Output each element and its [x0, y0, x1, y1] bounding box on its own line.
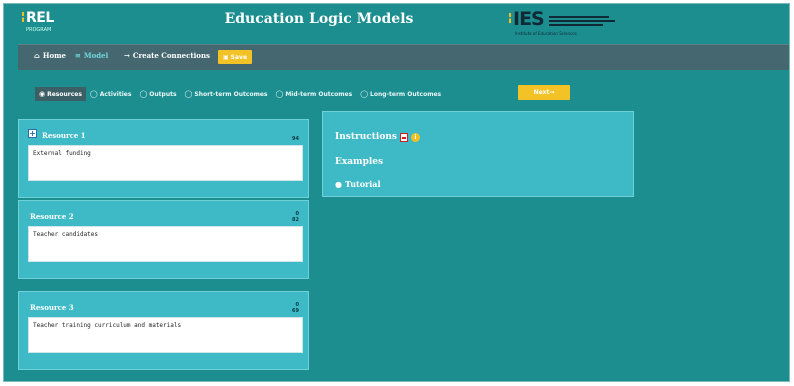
header: REL PROGRAM Education Logic Models IES I… — [4, 4, 789, 41]
nav-create-connections[interactable]: → Create Connections — [124, 51, 210, 60]
tab-long-term-outcomes-label: Long-term Outcomes — [370, 90, 442, 98]
tab-mid-term-outcomes-label: Mid-term Outcomes — [285, 90, 353, 98]
app-frame: REL PROGRAM Education Logic Models IES I… — [3, 3, 790, 382]
rel-logo-text: REL — [26, 10, 54, 26]
ies-logo[interactable]: IES Institute of Education Sciences — [509, 8, 624, 36]
tab-activities-label: Activities — [99, 90, 132, 98]
char-count: 0 69 — [292, 302, 299, 314]
save-button[interactable]: ▣ Save — [218, 50, 252, 64]
info-icon[interactable]: i — [410, 132, 420, 142]
radio-icon: ◯ — [275, 90, 284, 98]
tutorial-label: Tutorial — [344, 179, 381, 189]
next-button[interactable]: Next → — [518, 85, 570, 100]
next-arrow-icon: → — [549, 89, 555, 96]
nav-model-label: Model — [83, 51, 109, 60]
char-count-value: 94 — [292, 136, 299, 142]
resource-input[interactable]: Teacher training curriculum and material… — [28, 317, 303, 353]
bullet-icon: ● — [335, 179, 342, 189]
step-tabs: ◉ Resources ◯ Activities ◯ Outputs ◯ Sho… — [35, 87, 445, 101]
nav-home-label: Home — [42, 51, 66, 60]
resource-title: Resource 3 — [30, 303, 74, 312]
pdf-icon[interactable] — [399, 132, 408, 142]
char-count: 0 82 — [292, 211, 299, 223]
ies-logo-text: IES — [513, 8, 545, 30]
tutorial-link[interactable]: ● Tutorial — [335, 179, 381, 189]
char-count: 94 — [292, 136, 299, 142]
ies-logo-lines — [549, 16, 619, 28]
char-count-value: 69 — [292, 308, 299, 314]
nav-bar: ⌂ Home ≡ Model → Create Connections ▣ Sa… — [18, 44, 789, 70]
radio-icon: ◯ — [89, 90, 98, 98]
resource-card-2: Resource 2 0 82 Teacher candidates — [18, 200, 309, 279]
char-count-value: 82 — [292, 217, 299, 223]
rel-logo-subtext: PROGRAM — [26, 27, 52, 33]
ies-logo-dots — [509, 13, 511, 27]
tab-resources-label: Resources — [47, 90, 82, 98]
connections-icon: → — [124, 51, 130, 60]
home-icon: ⌂ — [34, 51, 40, 60]
tab-long-term-outcomes[interactable]: ◯ Long-term Outcomes — [356, 87, 445, 101]
tab-outputs[interactable]: ◯ Outputs — [135, 87, 180, 101]
resource-title: Resource 1 — [42, 131, 86, 140]
radio-checked-icon: ◉ — [39, 90, 46, 98]
examples-heading: Examples — [335, 157, 384, 167]
tab-mid-term-outcomes[interactable]: ◯ Mid-term Outcomes — [271, 87, 356, 101]
resource-input[interactable]: External funding — [28, 145, 303, 181]
tab-short-term-outcomes[interactable]: ◯ Short-term Outcomes — [181, 87, 272, 101]
nav-create-connections-label: Create Connections — [132, 51, 210, 60]
instructions-heading: Instructions i — [335, 132, 420, 142]
collapse-icon[interactable]: + — [28, 129, 37, 138]
next-button-label: Next — [533, 89, 550, 96]
radio-icon: ◯ — [184, 90, 193, 98]
save-button-label: Save — [230, 53, 248, 61]
tab-short-term-outcomes-label: Short-term Outcomes — [194, 90, 268, 98]
instructions-label: Instructions — [335, 132, 397, 142]
tab-outputs-label: Outputs — [149, 90, 177, 98]
nav-home[interactable]: ⌂ Home — [34, 51, 66, 60]
resource-card-1: + Resource 1 94 External funding — [18, 119, 309, 198]
resource-card-3: Resource 3 0 69 Teacher training curricu… — [18, 291, 309, 370]
model-icon: ≡ — [75, 51, 81, 60]
instructions-panel: Instructions i Examples ● Tutorial — [322, 111, 634, 197]
ies-logo-tagline: Institute of Education Sciences — [515, 31, 577, 36]
save-icon: ▣ — [222, 53, 229, 61]
radio-icon: ◯ — [360, 90, 369, 98]
resource-input[interactable]: Teacher candidates — [28, 226, 303, 262]
rel-logo[interactable]: REL PROGRAM — [22, 10, 62, 36]
tab-resources[interactable]: ◉ Resources — [35, 87, 86, 101]
rel-logo-dots — [22, 12, 24, 26]
nav-model[interactable]: ≡ Model — [75, 51, 108, 60]
tab-activities[interactable]: ◯ Activities — [86, 87, 136, 101]
resource-title: Resource 2 — [30, 212, 74, 221]
page-title: Education Logic Models — [224, 11, 414, 27]
radio-icon: ◯ — [139, 90, 148, 98]
